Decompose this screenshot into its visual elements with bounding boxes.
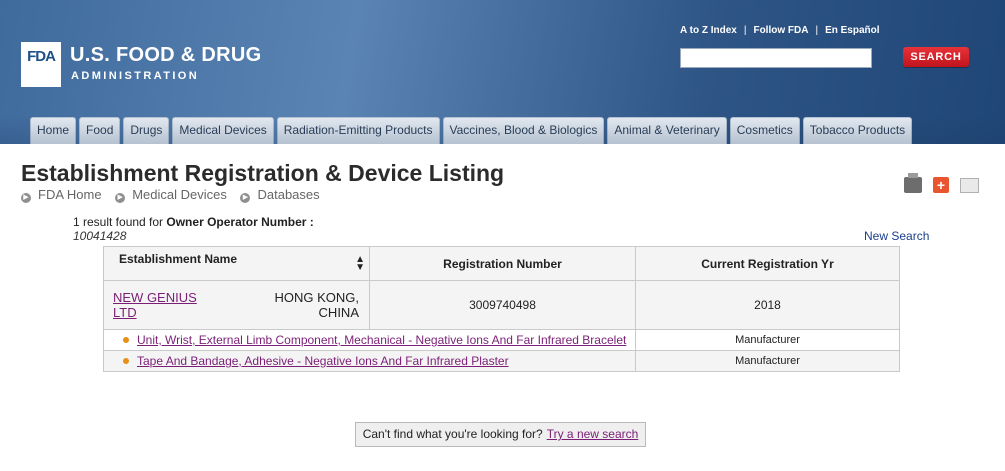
- establishment-name-link[interactable]: NEW GENIUS LTD: [113, 290, 223, 320]
- breadcrumb-label: Databases: [257, 187, 320, 202]
- device-role: Manufacturer: [735, 334, 800, 346]
- breadcrumb-label: FDA Home: [38, 187, 102, 202]
- device-cell: Unit, Wrist, External Limb Component, Me…: [104, 330, 636, 350]
- page-tools: +: [893, 173, 979, 193]
- table-row: NEW GENIUS LTD HONG KONG, CHINA 30097404…: [103, 281, 900, 330]
- tab-medical-devices[interactable]: Medical Devices: [172, 117, 274, 144]
- page-title: Establishment Registration & Device List…: [21, 160, 505, 186]
- column-header-current-year: Current Registration Yr: [636, 247, 899, 280]
- share-plus-icon[interactable]: +: [933, 177, 949, 193]
- main-nav-tabs: Home Food Drugs Medical Devices Radiation-Em…: [30, 117, 915, 144]
- tab-radiation-emitting-products[interactable]: Radiation-Emitting Products: [276, 117, 440, 144]
- result-summary-value: 10041428: [73, 229, 127, 243]
- result-summary-prefix: 1 result found for: [73, 215, 167, 229]
- column-header-label: Registration Number: [443, 256, 562, 271]
- cant-find-text: Can't find what you're looking for?: [362, 427, 543, 441]
- tab-food[interactable]: Food: [79, 117, 121, 144]
- breadcrumb: ▶ FDA Home ▶ Medical Devices ▶ Databases: [21, 187, 330, 203]
- cant-find-box: Can't find what you're looking for? Try a…: [355, 422, 646, 447]
- print-icon[interactable]: [904, 173, 922, 193]
- breadcrumb-medical-devices[interactable]: ▶ Medical Devices: [115, 187, 227, 203]
- site-header: FDA U.S. FOOD & DRUG ADMINISTRATION A to…: [0, 0, 1005, 145]
- bullet-icon: [123, 337, 129, 343]
- tab-vaccines-blood-biologics[interactable]: Vaccines, Blood & Biologics: [442, 117, 605, 144]
- registration-number-cell: 3009740498: [370, 281, 636, 329]
- arrow-right-icon: ▶: [115, 193, 126, 203]
- logo-subtitle: ADMINISTRATION: [71, 70, 200, 82]
- follow-fda-link[interactable]: Follow FDA: [753, 25, 808, 36]
- email-icon[interactable]: [960, 177, 979, 193]
- tab-animal-veterinary[interactable]: Animal & Veterinary: [607, 117, 727, 144]
- breadcrumb-label: Medical Devices: [132, 187, 227, 202]
- main-content: Establishment Registration & Device List…: [0, 144, 1005, 471]
- sort-icon[interactable]: ▲ ▼: [355, 255, 365, 273]
- column-header-label: Current Registration Yr: [701, 256, 834, 271]
- separator: |: [815, 25, 819, 36]
- establishment-cell: NEW GENIUS LTD HONG KONG, CHINA: [104, 281, 370, 329]
- current-registration-year: 2018: [754, 298, 781, 312]
- device-link[interactable]: Unit, Wrist, External Limb Component, Me…: [137, 333, 626, 347]
- device-link[interactable]: Tape And Bandage, Adhesive - Negative Io…: [137, 354, 509, 368]
- tab-drugs[interactable]: Drugs: [123, 117, 170, 144]
- breadcrumb-fda-home[interactable]: ▶ FDA Home: [21, 187, 102, 203]
- arrow-right-icon: ▶: [21, 193, 31, 203]
- column-header-label: Establishment Name: [118, 252, 238, 266]
- device-row: Unit, Wrist, External Limb Component, Me…: [103, 330, 900, 351]
- device-cell: Tape And Bandage, Adhesive - Negative Io…: [104, 351, 636, 371]
- tab-tobacco-products[interactable]: Tobacco Products: [802, 117, 913, 144]
- new-search-link[interactable]: New Search: [864, 229, 929, 243]
- table-header: Establishment Name ▲ ▼ Registration Numbe…: [103, 246, 900, 281]
- device-role: Manufacturer: [735, 355, 800, 367]
- separator: |: [743, 25, 747, 36]
- establishment-location: HONG KONG, CHINA: [274, 290, 359, 320]
- az-index-link[interactable]: A to Z Index: [680, 25, 737, 36]
- espanol-link[interactable]: En Español: [825, 25, 879, 36]
- logo-name[interactable]: U.S. FOOD & DRUG: [70, 44, 261, 67]
- arrow-right-icon: ▶: [240, 193, 251, 203]
- current-year-cell: 2018: [636, 281, 899, 329]
- fda-logo-icon[interactable]: FDA: [21, 42, 61, 87]
- registration-number: 3009740498: [469, 298, 536, 312]
- result-summary: 1 result found for Owner Operator Number…: [73, 215, 314, 229]
- site-search-input[interactable]: [680, 48, 872, 68]
- bullet-icon: [123, 358, 129, 364]
- breadcrumb-databases[interactable]: ▶ Databases: [240, 187, 320, 203]
- site-search-button[interactable]: SEARCH: [903, 47, 969, 67]
- column-header-registration: Registration Number: [370, 247, 636, 280]
- results-table: Establishment Name ▲ ▼ Registration Numbe…: [103, 246, 900, 372]
- result-summary-label: Owner Operator Number :: [166, 215, 314, 229]
- logo-box-text: FDA: [27, 48, 56, 65]
- tab-cosmetics[interactable]: Cosmetics: [729, 117, 800, 144]
- tab-home[interactable]: Home: [30, 117, 77, 144]
- try-new-search-link[interactable]: Try a new search: [547, 427, 639, 441]
- top-links: A to Z Index | Follow FDA | En Español: [680, 25, 880, 36]
- column-header-establishment[interactable]: Establishment Name ▲ ▼: [104, 247, 370, 280]
- device-row: Tape And Bandage, Adhesive - Negative Io…: [103, 351, 900, 372]
